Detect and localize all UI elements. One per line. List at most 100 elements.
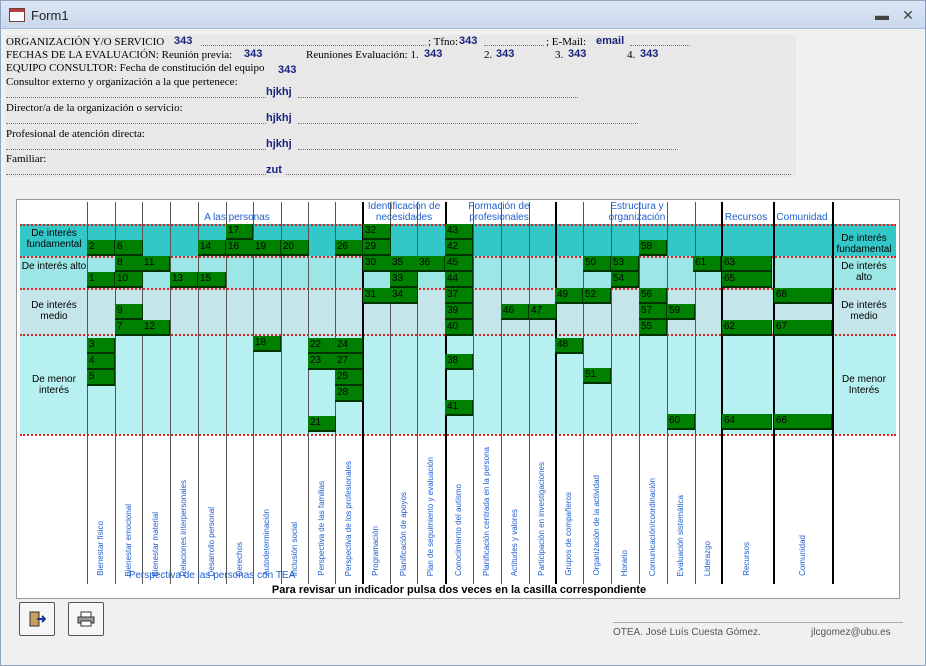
indicator-cell[interactable]: 64 xyxy=(722,414,772,430)
equipo-value[interactable]: 343 xyxy=(278,64,296,76)
close-button[interactable]: ✕ xyxy=(897,6,919,24)
reunion-2-value[interactable]: 343 xyxy=(496,48,514,60)
indicator-cell[interactable]: 50 xyxy=(583,256,611,272)
indicator-cell[interactable]: 7 xyxy=(115,320,143,336)
row-label-menor: De menor interés xyxy=(32,374,76,396)
indicator-cell[interactable]: 18 xyxy=(253,336,281,352)
row-label-medio: De interés medio xyxy=(31,300,77,322)
indicator-cell[interactable]: 20 xyxy=(281,240,309,256)
column-label: Recursos xyxy=(742,542,751,576)
row-label-fundamental-right: De interés fundamental xyxy=(836,233,892,255)
indicator-cell[interactable]: 12 xyxy=(142,320,170,336)
indicator-cell[interactable]: 30 xyxy=(363,256,391,272)
indicator-cell[interactable]: 24 xyxy=(335,338,363,354)
reunion-4-value[interactable]: 343 xyxy=(640,48,658,60)
grid-divider xyxy=(832,202,834,584)
indicator-cell[interactable]: 42 xyxy=(445,240,473,256)
indicator-cell[interactable]: 41 xyxy=(445,400,473,416)
indicator-cell[interactable]: 55 xyxy=(639,320,667,336)
indicator-cell[interactable]: 53 xyxy=(611,256,639,272)
indicator-cell[interactable]: 14 xyxy=(198,240,226,256)
director-value[interactable]: hjkhj xyxy=(266,112,292,124)
indicator-cell[interactable]: 44 xyxy=(445,272,473,288)
indicator-cell[interactable]: 56 xyxy=(639,288,667,304)
reunion-3-value[interactable]: 343 xyxy=(568,48,586,60)
indicator-cell[interactable]: 39 xyxy=(445,304,473,320)
indicator-cell[interactable]: 21 xyxy=(308,416,336,432)
minimize-button[interactable]: ▬ xyxy=(871,6,893,24)
indicator-cell[interactable]: 17 xyxy=(226,224,253,240)
indicator-cell[interactable]: 47 xyxy=(529,304,557,320)
indicator-cell[interactable]: 52 xyxy=(583,288,611,304)
indicator-cell[interactable]: 40 xyxy=(445,320,473,336)
indicator-cell[interactable]: 33 xyxy=(390,272,418,288)
row-label-menor-right: De menor Interés xyxy=(842,374,886,396)
indicator-cell[interactable]: 11 xyxy=(142,256,170,272)
indicator-cell[interactable]: 58 xyxy=(639,240,667,256)
indicator-cell[interactable]: 6 xyxy=(115,240,143,256)
indicator-cell[interactable]: 46 xyxy=(501,304,529,320)
indicator-cell[interactable]: 31 xyxy=(363,288,391,304)
indicator-cell[interactable]: 8 xyxy=(115,256,143,272)
print-button[interactable] xyxy=(68,602,104,636)
indicator-cell[interactable]: 49 xyxy=(555,288,583,304)
indicator-cell[interactable]: 26 xyxy=(335,240,363,256)
familiar-value[interactable]: zut xyxy=(266,164,282,176)
indicator-cell[interactable]: 59 xyxy=(667,304,695,320)
indicator-cell[interactable]: 62 xyxy=(722,320,772,336)
column-label: Horario xyxy=(620,549,629,576)
indicator-cell[interactable]: 57 xyxy=(639,304,667,320)
indicator-cell[interactable]: 15 xyxy=(198,272,226,288)
indicator-cell[interactable]: 43 xyxy=(445,224,473,240)
indicator-cell[interactable]: 25 xyxy=(335,370,363,386)
indicator-cell[interactable]: 9 xyxy=(115,304,143,320)
indicator-cell[interactable]: 2 xyxy=(87,240,115,256)
indicator-cell[interactable]: 61 xyxy=(693,256,721,272)
indicator-cell[interactable]: 36 xyxy=(417,256,445,272)
profesional-value[interactable]: hjkhj xyxy=(266,138,292,150)
reunion-1-value[interactable]: 343 xyxy=(424,48,442,60)
column-label: Bienestar material xyxy=(151,511,160,576)
indicator-cell[interactable]: 60 xyxy=(667,414,695,430)
indicator-cell[interactable]: 35 xyxy=(390,256,418,272)
indicator-cell[interactable]: 29 xyxy=(363,240,391,256)
indicator-cell[interactable]: 4 xyxy=(87,354,115,370)
indicator-cell[interactable]: 34 xyxy=(390,288,418,304)
indicator-cell[interactable]: 67 xyxy=(774,320,832,336)
indicator-cell[interactable]: 45 xyxy=(445,256,473,272)
indicator-cell[interactable]: 16 xyxy=(226,240,254,256)
indicator-cell[interactable]: 13 xyxy=(170,272,198,288)
fechas-value[interactable]: 343 xyxy=(244,48,262,60)
org-value[interactable]: 343 xyxy=(174,35,192,47)
indicator-cell[interactable]: 27 xyxy=(335,354,363,370)
consultor-value[interactable]: hjkhj xyxy=(266,86,292,98)
tfno-value[interactable]: 343 xyxy=(459,35,477,47)
exit-button[interactable] xyxy=(19,602,55,636)
indicator-cell[interactable]: 37 xyxy=(445,288,473,304)
indicator-cell[interactable]: 66 xyxy=(774,414,832,430)
indicator-cell[interactable]: 68 xyxy=(774,288,832,304)
email-value[interactable]: email xyxy=(596,35,624,47)
indicator-cell[interactable]: 32 xyxy=(363,224,391,240)
indicator-cell[interactable]: 28 xyxy=(335,386,363,402)
indicator-cell[interactable]: 63 xyxy=(722,256,772,272)
window-title: Form1 xyxy=(31,8,69,23)
indicator-cell[interactable]: 23 xyxy=(308,354,336,370)
indicator-cell[interactable]: 22 xyxy=(308,338,336,354)
group-recursos: Recursos xyxy=(724,212,768,223)
indicator-cell[interactable]: 5 xyxy=(87,370,115,386)
indicator-cell[interactable]: 65 xyxy=(722,272,772,288)
indicator-cell[interactable]: 54 xyxy=(611,272,639,288)
indicator-cell[interactable]: 1 xyxy=(87,272,115,288)
column-label: Perspectiva de las familias xyxy=(316,481,326,576)
indicator-cell[interactable]: 38 xyxy=(445,354,473,370)
indicator-cell[interactable]: 48 xyxy=(555,338,583,354)
footer-author: OTEA. José Luís Cuesta Gómez. xyxy=(613,627,761,638)
subgroup-label: Perspectiva de las personas con TEA xyxy=(128,570,296,581)
reunion-3-label: 3. xyxy=(555,49,564,61)
row-label-fundamental: De interés fundamental xyxy=(26,228,82,250)
indicator-cell[interactable]: 3 xyxy=(87,338,115,354)
indicator-cell[interactable]: 19 xyxy=(253,240,281,256)
indicator-cell[interactable]: 10 xyxy=(115,272,143,288)
indicator-cell[interactable]: 51 xyxy=(583,368,611,384)
